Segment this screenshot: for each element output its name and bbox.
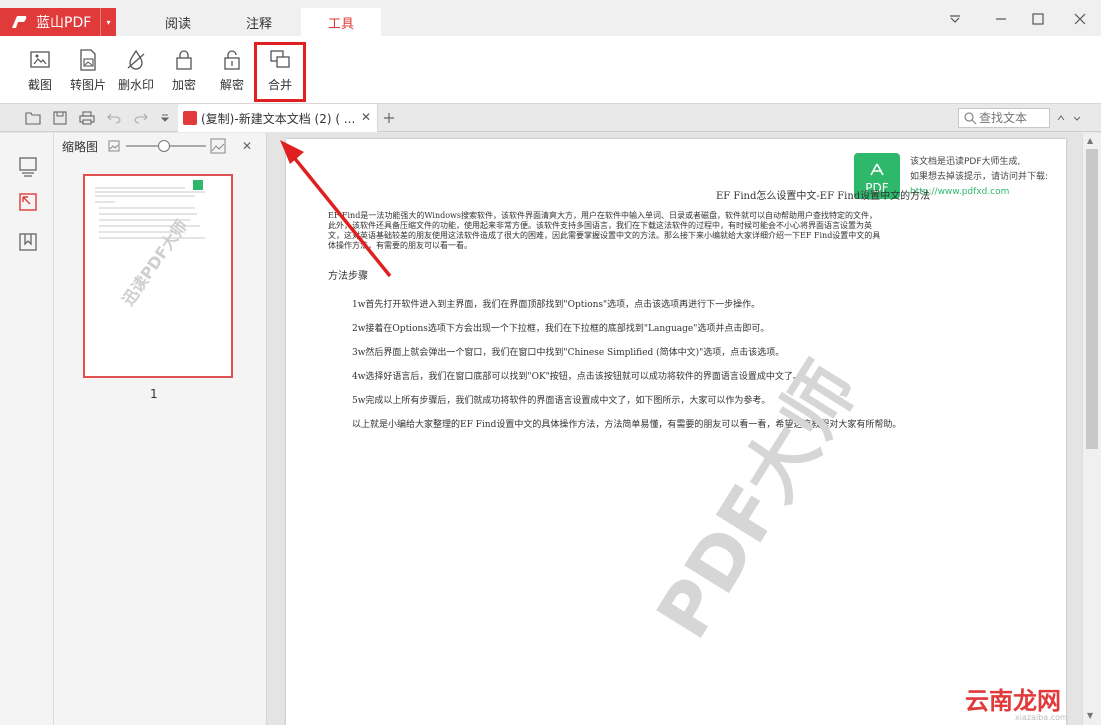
page-watermark: PDF大师 bbox=[640, 348, 874, 653]
scroll-down-icon[interactable]: ▼ bbox=[1087, 711, 1093, 720]
search-icon bbox=[964, 112, 977, 125]
tab-annotate[interactable]: 注释 bbox=[219, 8, 299, 36]
watermark-notice: 该文档是迅读PDF大师生成, 如果想去掉该提示，请访问并下载: http://w… bbox=[910, 155, 1048, 200]
print-icon[interactable] bbox=[78, 109, 96, 127]
customize-toolbar-icon[interactable] bbox=[156, 109, 174, 127]
merge-highlight-annotation bbox=[254, 42, 306, 102]
thumbnail-view-icon[interactable] bbox=[17, 191, 39, 213]
pdf-page: PDF 该文档是迅读PDF大师生成, 如果想去掉该提示，请访问并下载: http… bbox=[286, 139, 1066, 725]
decrypt-button[interactable]: 解密 bbox=[210, 48, 254, 98]
step-3: 3w然后界面上就会弹出一个窗口，我们在窗口中找到"Chinese Simplif… bbox=[352, 348, 785, 358]
quick-toolbar bbox=[0, 104, 1101, 132]
save-icon[interactable] bbox=[51, 109, 69, 127]
maximize-button[interactable] bbox=[1025, 8, 1051, 30]
pdf-file-icon bbox=[183, 111, 197, 125]
zoom-in-image-icon[interactable] bbox=[210, 138, 226, 154]
document-viewer[interactable]: PDF 该文档是迅读PDF大师生成, 如果想去掉该提示，请访问并下载: http… bbox=[267, 133, 1082, 725]
new-tab-icon[interactable] bbox=[380, 109, 398, 127]
remove-watermark-icon bbox=[127, 49, 145, 70]
to-image-button[interactable]: 转图片 bbox=[66, 48, 110, 98]
thumbnail-header: 缩略图 ✕ bbox=[54, 133, 267, 159]
decrypt-label: 解密 bbox=[219, 78, 244, 92]
document-tab-title: (复制)-新建文本文档 (2) ( ... bbox=[201, 111, 356, 126]
to-image-label: 转图片 bbox=[69, 78, 106, 92]
close-tab-icon[interactable]: ✕ bbox=[361, 110, 371, 124]
remove-watermark-label: 删水印 bbox=[117, 78, 154, 92]
thumbnail-page-number: 1 bbox=[150, 387, 158, 401]
watermark-notice-line2: 如果想去掉该提示，请访问并下载: bbox=[910, 172, 1049, 182]
close-window-button[interactable] bbox=[1067, 8, 1093, 30]
tools-ribbon: 截图 转图片 删水印 加密 解密 合并 bbox=[0, 36, 1101, 104]
document-tab[interactable]: (复制)-新建文本文档 (2) ( ... ✕ bbox=[178, 104, 378, 132]
corner-watermark-url: xiazaiba.com bbox=[1015, 713, 1068, 722]
vertical-scrollbar[interactable]: ▲ ▼ bbox=[1082, 133, 1101, 725]
tab-read[interactable]: 阅读 bbox=[138, 8, 218, 36]
scrollbar-thumb[interactable] bbox=[1086, 149, 1098, 449]
thumbnail-page-1[interactable]: 迅读PDF大师 bbox=[83, 174, 233, 378]
undo-icon[interactable] bbox=[105, 109, 123, 127]
encrypt-button[interactable]: 加密 bbox=[162, 48, 206, 98]
tab-tools[interactable]: 工具 bbox=[301, 8, 381, 36]
thumbnail-zoom-slider-handle[interactable] bbox=[158, 140, 170, 152]
remove-watermark-button[interactable]: 删水印 bbox=[114, 48, 158, 98]
screenshot-icon bbox=[30, 51, 50, 68]
bookmark-icon[interactable] bbox=[17, 231, 39, 253]
app-menu-chevron-icon[interactable]: ▾ bbox=[100, 8, 116, 36]
page-view-icon[interactable] bbox=[17, 155, 39, 177]
search-input[interactable] bbox=[979, 111, 1049, 125]
step-2: 2w接着在Options选项下方会出现一个下拉框，我们在下拉框的底部找到"Lan… bbox=[352, 324, 770, 334]
redo-icon[interactable] bbox=[132, 109, 150, 127]
app-logo-icon bbox=[8, 11, 30, 33]
step-1: 1w首先打开软件进入到主界面，我们在界面顶部找到"Options"选项，点击该选… bbox=[352, 300, 761, 310]
corner-watermark: 云南龙网 xiazaiba.com bbox=[965, 655, 1083, 725]
scroll-up-icon[interactable]: ▲ bbox=[1087, 136, 1093, 145]
document-heading: 方法步骤 bbox=[328, 271, 368, 282]
screenshot-label: 截图 bbox=[27, 78, 52, 92]
search-options-icon[interactable] bbox=[1068, 109, 1086, 127]
step-5: 5w完成以上所有步骤后，我们就成功将软件的界面语言设置成中文了，如下图所示，大家… bbox=[352, 396, 771, 406]
unlock-icon bbox=[224, 50, 240, 70]
thumbnail-title: 缩略图 bbox=[62, 139, 99, 154]
app-menu-button[interactable]: 蓝山PDF ▾ bbox=[0, 8, 116, 36]
screenshot-button[interactable]: 截图 bbox=[18, 48, 62, 98]
watermark-notice-line1: 该文档是迅读PDF大师生成, bbox=[910, 157, 1021, 167]
close-thumbnail-panel-icon[interactable]: ✕ bbox=[242, 139, 252, 153]
thumbnail-panel: 缩略图 ✕ 迅读PDF大师 1 bbox=[54, 133, 267, 725]
title-bar: 蓝山PDF ▾ 阅读 注释 工具 bbox=[0, 0, 1101, 36]
minimize-button[interactable] bbox=[988, 8, 1014, 30]
to-image-icon bbox=[80, 49, 96, 71]
open-folder-icon[interactable] bbox=[24, 109, 42, 127]
lock-icon bbox=[176, 50, 192, 70]
document-intro: EF Find是一法功能强大的Windows搜索软件，该软件界面清爽大方，用户在… bbox=[328, 211, 881, 250]
side-rail bbox=[0, 133, 54, 725]
search-box[interactable] bbox=[958, 108, 1050, 128]
step-4: 4w选择好语言后，我们在窗口底部可以找到"OK"按钮，点击该按钮就可以成功将软件… bbox=[352, 372, 802, 382]
app-logo-text: 蓝山PDF bbox=[36, 15, 92, 31]
corner-watermark-text: 云南龙网 bbox=[965, 681, 1061, 716]
zoom-out-image-icon[interactable] bbox=[108, 140, 120, 152]
ribbon-collapse-icon[interactable] bbox=[942, 8, 968, 30]
encrypt-label: 加密 bbox=[171, 78, 196, 92]
document-title: EF Find怎么设置中文-EF Find设置中文的方法 bbox=[716, 191, 931, 202]
watermark-url: http://www.pdfxd.com bbox=[910, 187, 1010, 197]
